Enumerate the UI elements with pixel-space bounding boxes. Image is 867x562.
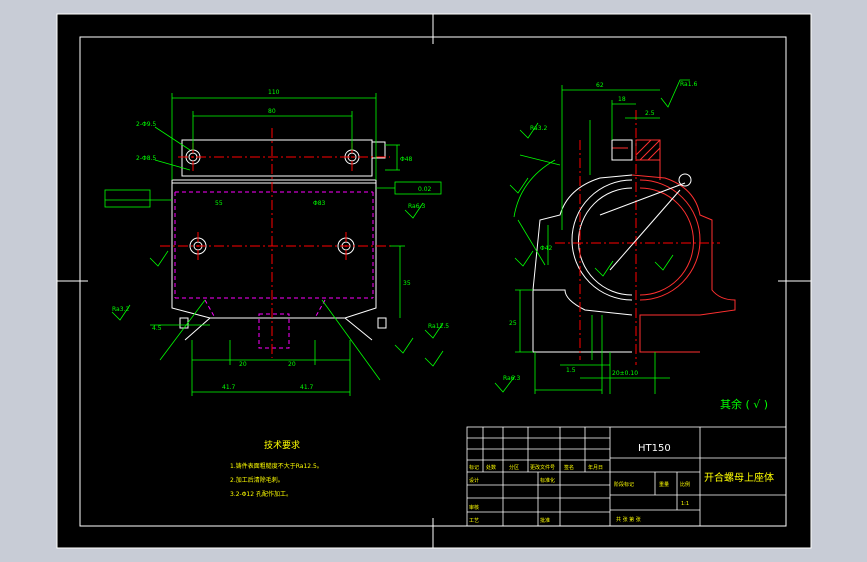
drawing-sheet bbox=[57, 14, 811, 548]
tech-req-2: 2.加工后清除毛刺。 bbox=[230, 476, 284, 484]
cad-drawing[interactable]: 110 80 2-Φ9.5 2-Φ8.5 Φ83 55 20 20 41.7 4… bbox=[0, 0, 867, 562]
roughness-note: 其余 ( √ ) bbox=[720, 397, 768, 411]
dim-bottom-total-left: 41.7 bbox=[222, 384, 236, 391]
dim-bottom-gap: 20±0.10 bbox=[612, 370, 638, 377]
tb-label-0: 标记 bbox=[469, 464, 479, 471]
tech-requirements-title: 技术要求 bbox=[264, 439, 300, 451]
tb-label-2: 分区 bbox=[509, 464, 519, 471]
part-name-text: 开合螺母上座体 bbox=[704, 471, 774, 484]
dim-bore: Φ42 bbox=[540, 245, 553, 252]
tb-row-0: 设计 bbox=[469, 477, 479, 484]
dim-hole-top: 2-Φ9.5 bbox=[136, 121, 156, 128]
dim-side-small: 4.5 bbox=[152, 325, 162, 332]
tb-scale: 1:1 bbox=[681, 501, 689, 507]
dim-bottom-right: 20 bbox=[288, 361, 296, 368]
tb-row-1: 审核 bbox=[469, 504, 479, 511]
tb-row-2: 工艺 bbox=[469, 518, 479, 524]
tb-sheet: 共 张 第 张 bbox=[616, 516, 641, 523]
tb-row-3: 标准化 bbox=[540, 477, 555, 484]
tech-req-3: 3.2-Φ12 孔配作加工。 bbox=[230, 490, 292, 498]
drawing-viewport[interactable]: 110 80 2-Φ9.5 2-Φ8.5 Φ83 55 20 20 41.7 4… bbox=[0, 0, 867, 562]
tb-label-5: 年月日 bbox=[588, 464, 603, 471]
dim-bolt-spacing: 80 bbox=[268, 108, 276, 115]
dim-flange: Φ48 bbox=[400, 156, 413, 163]
tb-row-4: 批准 bbox=[540, 517, 550, 524]
roughness-5: Ra6.3 bbox=[503, 375, 520, 382]
tb-label-4: 签名 bbox=[564, 464, 574, 471]
tb-stage-0: 阶段标记 bbox=[614, 481, 634, 488]
tb-stage-1: 重量 bbox=[659, 481, 669, 488]
roughness-1: Ra3.2 bbox=[112, 306, 129, 313]
dim-top-step: 18 bbox=[618, 96, 626, 103]
dim-base: 25 bbox=[509, 320, 517, 327]
tech-req-1: 1.铸件表面粗糙度不大于Ra12.5。 bbox=[230, 462, 323, 470]
dim-hole-side: 2-Φ8.5 bbox=[136, 155, 156, 162]
roughness-4: Ra1.6 bbox=[680, 81, 697, 88]
dim-overall-width: 110 bbox=[268, 89, 280, 96]
dim-tolerance: 0.02 bbox=[418, 186, 432, 193]
dim-top-width: 62 bbox=[596, 82, 604, 89]
roughness-6: Ra3.2 bbox=[530, 125, 547, 132]
tb-label-3: 更改文件号 bbox=[530, 464, 555, 471]
dim-hole-depth: 2.5 bbox=[645, 110, 655, 117]
dim-bottom-depth: 1.5 bbox=[566, 367, 576, 374]
roughness-2: Ra6.3 bbox=[408, 203, 425, 210]
dim-right-height: 35 bbox=[403, 280, 411, 287]
material-text: HT150 bbox=[638, 443, 671, 454]
dim-center-span: Φ83 bbox=[313, 200, 326, 207]
tb-label-1: 处数 bbox=[486, 464, 496, 471]
roughness-3: Ra12.5 bbox=[428, 323, 449, 330]
dim-left-offset: 55 bbox=[215, 200, 223, 207]
dim-bottom-left: 20 bbox=[239, 361, 247, 368]
tb-stage-2: 比例 bbox=[680, 481, 690, 488]
dim-bottom-total-right: 41.7 bbox=[300, 384, 314, 391]
